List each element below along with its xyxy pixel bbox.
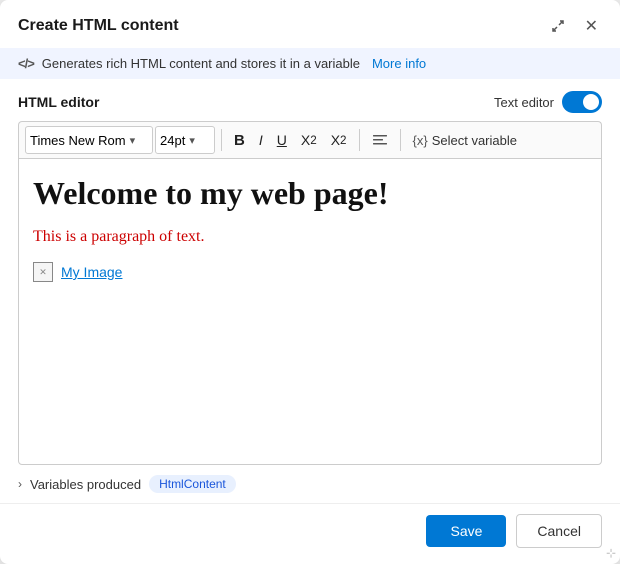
font-name-select[interactable]: Times New Rom ▾ xyxy=(25,126,153,154)
dialog-title: Create HTML content xyxy=(18,17,179,35)
editor-section: HTML editor Text editor Times New Rom ▾ … xyxy=(0,79,620,465)
variables-chevron-icon[interactable]: › xyxy=(18,477,22,491)
select-variable-button[interactable]: {x} Select variable xyxy=(407,131,523,150)
image-label: My Image xyxy=(61,264,122,280)
text-editor-label: Text editor xyxy=(494,95,554,110)
save-button[interactable]: Save xyxy=(426,515,506,547)
subscript-button[interactable]: X2 xyxy=(295,126,323,154)
info-bar: </> Generates rich HTML content and stor… xyxy=(0,48,620,79)
header-icons: ✕ xyxy=(547,14,602,38)
dialog-footer: Save Cancel xyxy=(0,503,620,564)
dialog-header: Create HTML content ✕ xyxy=(0,0,620,48)
html-editor-label: HTML editor xyxy=(18,94,99,110)
more-info-link[interactable]: More info xyxy=(372,56,426,71)
cancel-button[interactable]: Cancel xyxy=(516,514,602,548)
create-html-dialog: Create HTML content ✕ </> Generates rich… xyxy=(0,0,620,564)
text-editor-toggle: Text editor xyxy=(494,91,602,113)
html-content-badge: HtmlContent xyxy=(149,475,236,493)
resize-handle-icon: ⊹ xyxy=(606,546,616,560)
toolbar-divider-1 xyxy=(221,129,222,151)
toolbar-divider-2 xyxy=(359,129,360,151)
underline-button[interactable]: U xyxy=(271,126,293,154)
font-size-value: 24pt xyxy=(160,133,185,148)
image-placeholder-icon xyxy=(33,262,53,282)
variables-section: › Variables produced HtmlContent xyxy=(0,465,620,503)
bold-button[interactable]: B xyxy=(228,126,251,154)
code-icon: </> xyxy=(18,56,34,71)
content-paragraph: This is a paragraph of text. xyxy=(33,228,587,246)
content-heading: Welcome to my web page! xyxy=(33,175,587,212)
close-button[interactable]: ✕ xyxy=(581,14,602,38)
editor-label-row: HTML editor Text editor xyxy=(18,91,602,113)
italic-button[interactable]: I xyxy=(253,126,269,154)
toolbar-divider-3 xyxy=(400,129,401,151)
select-variable-label: Select variable xyxy=(432,133,517,148)
info-text: Generates rich HTML content and stores i… xyxy=(42,56,360,71)
font-name-value: Times New Rom xyxy=(30,133,126,148)
text-editor-toggle-switch[interactable] xyxy=(562,91,602,113)
superscript-button[interactable]: X2 xyxy=(325,126,353,154)
expand-icon[interactable] xyxy=(547,17,569,35)
editor-toolbar: Times New Rom ▾ 24pt ▾ B I U X2 X2 xyxy=(18,121,602,158)
font-name-chevron: ▾ xyxy=(130,134,136,147)
align-button[interactable] xyxy=(366,126,394,154)
curly-braces-icon: {x} xyxy=(413,133,428,148)
font-size-select[interactable]: 24pt ▾ xyxy=(155,126,215,154)
variables-label: Variables produced xyxy=(30,477,141,492)
editor-content[interactable]: Welcome to my web page! This is a paragr… xyxy=(18,158,602,465)
font-size-chevron: ▾ xyxy=(189,134,195,147)
content-image-row: My Image xyxy=(33,262,587,282)
